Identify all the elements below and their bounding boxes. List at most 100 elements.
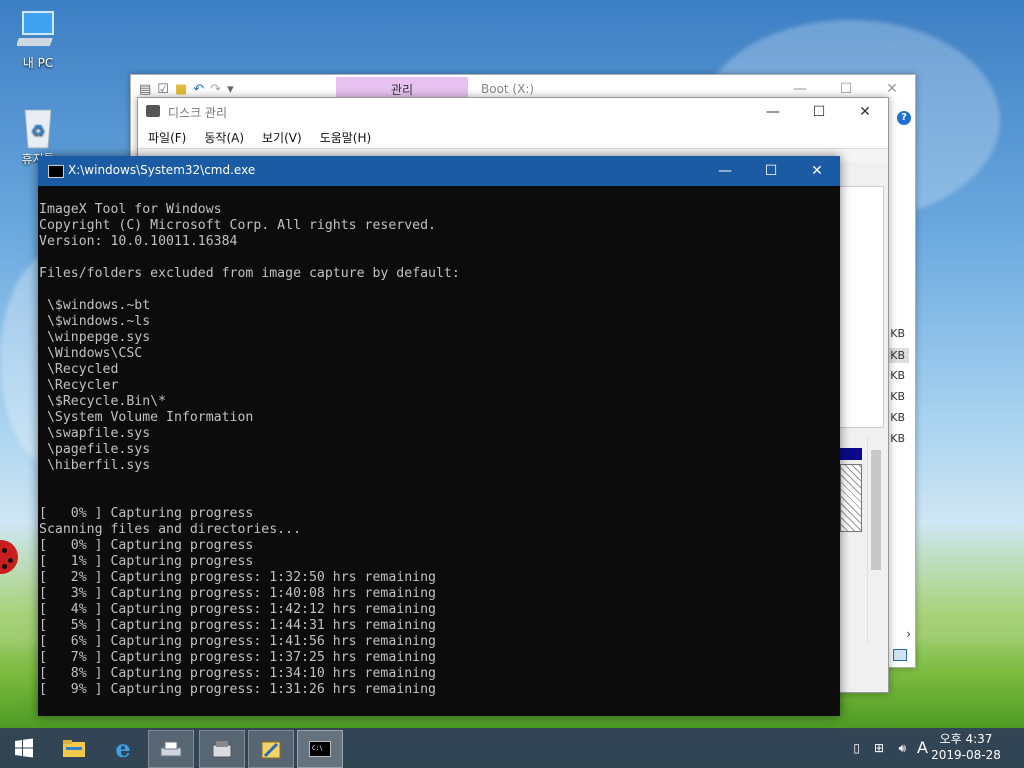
customize-dropdown-icon[interactable]: ▾: [227, 82, 234, 97]
view-icon[interactable]: [893, 649, 907, 661]
svg-text:C:\: C:\: [312, 745, 323, 752]
diskmgmt-title-bar[interactable]: 디스크 관리 — ☐ ✕: [138, 98, 888, 126]
taskbar-device-manager[interactable]: [199, 730, 245, 768]
console-line: [ 9% ] Capturing progress: 1:31:26 hrs r…: [39, 682, 436, 697]
taskbar-disk-management[interactable]: [148, 730, 194, 768]
svg-text:♻: ♻: [31, 121, 45, 140]
console-line: \winpepge.sys: [39, 330, 151, 345]
console-line: \$Recycle.Bin\*: [39, 394, 167, 409]
file-size: KB: [890, 411, 905, 424]
console-line: ImageX Tool for Windows: [39, 202, 222, 217]
minimize-button[interactable]: —: [702, 156, 748, 186]
console-line: \swapfile.sys: [39, 426, 151, 441]
console-line: \Recycled: [39, 362, 119, 377]
console-line: \System Volume Information: [39, 410, 254, 425]
volume-icon[interactable]: 🔊︎: [898, 741, 906, 756]
clock-time: 오후 4:37: [939, 732, 993, 746]
vertical-scrollbar[interactable]: [867, 438, 884, 643]
explorer-window-title: Boot (X:): [481, 82, 535, 96]
recycle-bin-icon: ♻: [17, 106, 59, 149]
clock[interactable]: 오후 4:37 2019-08-28: [926, 731, 1006, 763]
console-line: [ 4% ] Capturing progress: 1:42:12 hrs r…: [39, 602, 436, 617]
scrollbar-thumb[interactable]: [871, 450, 881, 570]
console-line: \$windows.~bt: [39, 298, 151, 313]
console-line: Scanning files and directories...: [39, 522, 302, 537]
taskbar-cmd[interactable]: C:\: [297, 730, 343, 768]
undo-icon[interactable]: ↶: [193, 82, 204, 97]
maximize-button[interactable]: ☐: [796, 98, 842, 126]
disk-management-icon: [160, 741, 182, 757]
checkbox-icon[interactable]: ☑: [157, 82, 169, 97]
internet-explorer-icon: e: [115, 733, 131, 763]
console-line: \pagefile.sys: [39, 442, 151, 457]
taskbar-internet-explorer[interactable]: e: [101, 730, 145, 766]
menu-view[interactable]: 보기(V): [262, 129, 302, 146]
console-line: [ 5% ] Capturing progress: 1:44:31 hrs r…: [39, 618, 436, 633]
start-button[interactable]: [2, 730, 46, 766]
console-line: [ 8% ] Capturing progress: 1:34:10 hrs r…: [39, 666, 436, 681]
file-size: KB: [886, 348, 909, 363]
cmd-window-title: X:\windows\System32\cmd.exe: [68, 163, 256, 177]
console-line: \hiberfil.sys: [39, 458, 151, 473]
properties-icon[interactable]: ▤: [139, 82, 151, 97]
start-icon: [15, 738, 33, 758]
file-size: KB: [890, 369, 905, 382]
taskbar: e C:\ ▯ ⊞ 🔊︎ A 오후 4:37 2019-08-28: [0, 728, 1024, 768]
scroll-right-arrow-icon[interactable]: ›: [906, 627, 911, 641]
maximize-button[interactable]: ☐: [748, 156, 794, 186]
ladybug-decoration: [0, 540, 18, 574]
usb-icon[interactable]: ▯: [853, 741, 860, 755]
diskmgmt-window-title: 디스크 관리: [168, 106, 228, 120]
desktop-icon-label: 내 PC: [22, 56, 54, 70]
close-button[interactable]: ✕: [842, 98, 888, 126]
redo-icon[interactable]: ↷: [210, 82, 221, 97]
partition-block[interactable]: [840, 464, 862, 532]
cmd-title-bar[interactable]: X:\windows\System32\cmd.exe — ☐ ✕: [38, 156, 840, 186]
console-output[interactable]: ImageX Tool for Windows Copyright (C) Mic…: [38, 186, 840, 698]
help-icon[interactable]: ?: [897, 111, 911, 125]
desktop-icon-my-pc[interactable]: 내 PC: [6, 10, 70, 71]
console-line: \$windows.~ls: [39, 314, 151, 329]
minimize-button[interactable]: —: [750, 98, 796, 126]
network-icon[interactable]: ⊞: [874, 741, 884, 755]
computer-icon: [15, 10, 59, 50]
file-size: KB: [890, 432, 905, 445]
console-line: [ 2% ] Capturing progress: 1:32:50 hrs r…: [39, 570, 436, 585]
console-line: Version: 10.0.10011.16384: [39, 234, 238, 249]
console-line: [ 6% ] Capturing progress: 1:41:56 hrs r…: [39, 634, 436, 649]
disk-management-icon: [146, 105, 160, 117]
menu-action[interactable]: 동작(A): [204, 129, 244, 146]
cmd-icon: C:\: [309, 741, 331, 757]
console-line: [ 0% ] Capturing progress: [39, 538, 254, 553]
console-line: Copyright (C) Microsoft Corp. All rights…: [39, 218, 436, 233]
device-manager-icon: [212, 741, 232, 758]
file-explorer-icon: [63, 740, 85, 757]
menu-help[interactable]: 도움말(H): [320, 129, 372, 146]
cmd-window[interactable]: X:\windows\System32\cmd.exe — ☐ ✕ ImageX…: [38, 156, 840, 716]
console-line: [ 1% ] Capturing progress: [39, 554, 254, 569]
console-line: [ 7% ] Capturing progress: 1:37:25 hrs r…: [39, 650, 436, 665]
volume-list-pane[interactable]: [838, 186, 884, 428]
file-size: KB: [890, 327, 905, 340]
console-line: Files/folders excluded from image captur…: [39, 266, 460, 281]
taskbar-tool[interactable]: [248, 730, 294, 768]
cmd-icon: [48, 165, 64, 178]
clock-date: 2019-08-28: [931, 748, 1001, 762]
menu-file[interactable]: 파일(F): [148, 129, 186, 146]
console-line: [ 3% ] Capturing progress: 1:40:08 hrs r…: [39, 586, 436, 601]
folder-icon[interactable]: ■: [175, 82, 187, 97]
partition-header: [840, 448, 862, 460]
console-line: \Recycler: [39, 378, 119, 393]
console-line: \Windows\CSC: [39, 346, 143, 361]
close-button[interactable]: ✕: [794, 156, 840, 186]
quick-access-toolbar: ▤ ☑ ■ ↶ ↷ ▾: [139, 82, 234, 97]
taskbar-file-explorer[interactable]: [52, 730, 96, 766]
console-line: [ 0% ] Capturing progress: [39, 506, 254, 521]
system-tray: ▯ ⊞ 🔊︎ A 오후 4:37 2019-08-28: [824, 728, 1024, 768]
tool-icon: [261, 741, 281, 759]
menu-bar: 파일(F) 동작(A) 보기(V) 도움말(H): [138, 126, 888, 148]
